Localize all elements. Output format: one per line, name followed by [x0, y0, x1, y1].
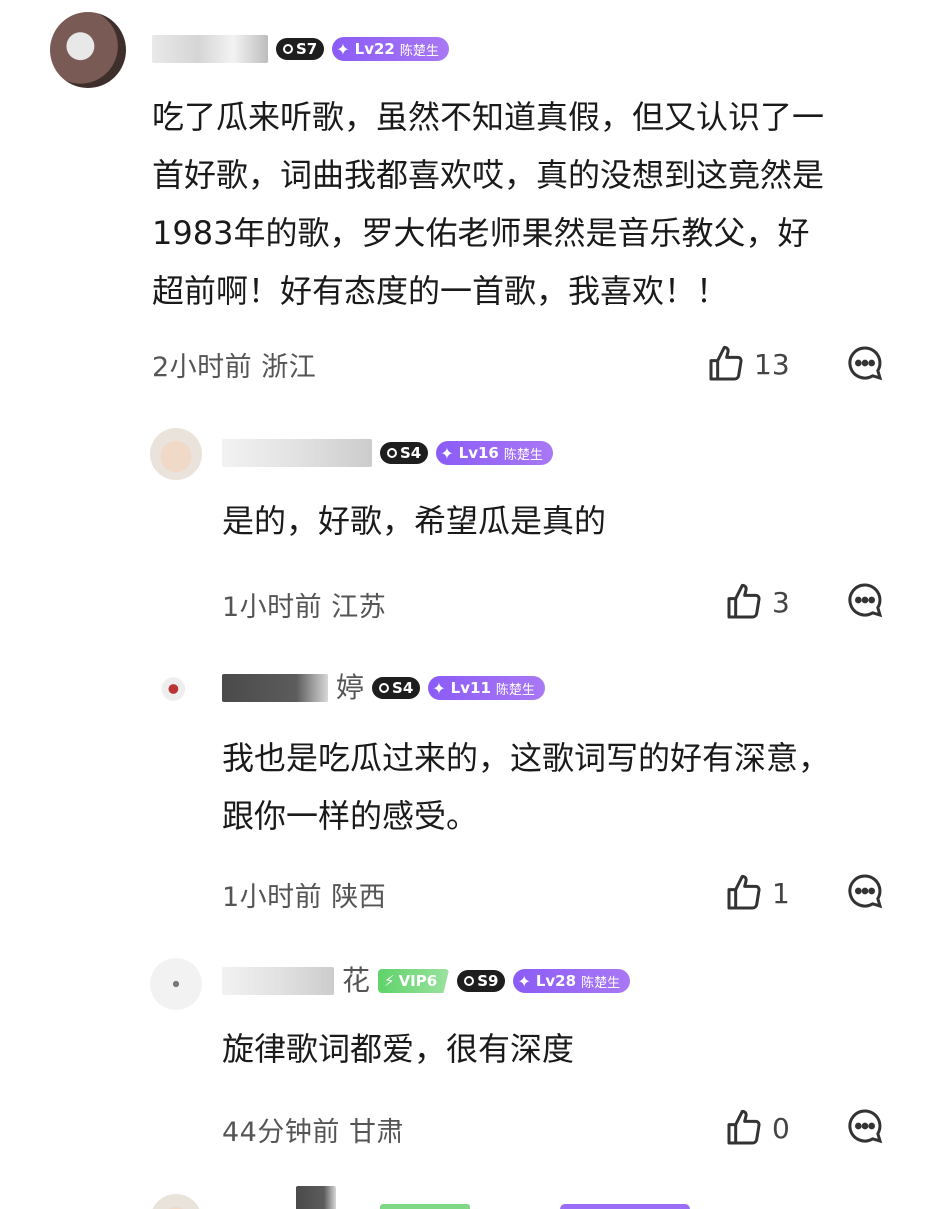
like-count: 0 — [772, 1111, 790, 1145]
like-button[interactable]: 3 — [724, 582, 790, 622]
comment-bubble-icon[interactable] — [845, 343, 885, 383]
s-level-text: S9 — [477, 972, 499, 990]
username-blurred[interactable] — [296, 1186, 336, 1209]
comment-meta: 44分钟前 甘肃 — [222, 1110, 404, 1149]
avatar[interactable] — [150, 428, 202, 480]
like-button[interactable]: 0 — [724, 1108, 790, 1148]
comment-time: 1小时前 — [222, 592, 323, 623]
comment-region: 陕西 — [331, 882, 387, 913]
like-count: 1 — [772, 876, 790, 910]
username-row: S7 ✦ Lv22 陈楚生 — [152, 32, 449, 66]
s-level-badge: S4 — [372, 677, 421, 699]
comment-region: 甘肃 — [348, 1117, 404, 1148]
sparkle-icon: ✦ — [336, 39, 350, 59]
s-level-text: S4 — [400, 444, 422, 462]
lv-badge — [560, 1204, 690, 1209]
lv-badge: ✦ Lv28 陈楚生 — [513, 969, 631, 993]
comment-region: 江苏 — [331, 592, 387, 623]
avatar[interactable] — [150, 958, 202, 1010]
avatar[interactable] — [150, 1194, 202, 1209]
sparkle-icon: ✦ — [440, 443, 454, 463]
vip-badge: ⚡ VIP6 — [378, 969, 450, 993]
lightning-icon: ⚡ — [384, 972, 395, 990]
s-level-text: S4 — [392, 679, 414, 697]
like-button[interactable]: 13 — [706, 344, 790, 384]
username-row: 花 ⚡ VIP6 S9 ✦ Lv28 陈楚生 — [222, 964, 631, 998]
lv-fan-name: 陈楚生 — [399, 43, 439, 59]
lv-badge: ✦ Lv22 陈楚生 — [332, 37, 449, 61]
comment-text: 旋律歌词都爱，很有深度 — [222, 1030, 575, 1068]
comment-bubble-icon[interactable] — [845, 1106, 885, 1146]
username-tail[interactable]: 婷 — [336, 671, 364, 705]
username-row: 婷 S4 ✦ Lv11 陈楚生 — [222, 671, 545, 705]
lv-text: Lv11 — [450, 679, 491, 697]
username-blurred[interactable] — [222, 967, 334, 995]
ring-icon — [283, 44, 293, 54]
lv-text: Lv16 — [458, 444, 499, 462]
lv-fan-name: 陈楚生 — [495, 682, 535, 698]
comment-meta: 1小时前 江苏 — [222, 585, 386, 624]
ring-icon — [379, 683, 390, 693]
comment-meta: 2小时前 浙江 — [152, 345, 316, 384]
like-count: 13 — [754, 347, 790, 381]
comment-text: 是的，好歌，希望瓜是真的 — [222, 502, 607, 540]
username-blurred[interactable] — [222, 674, 328, 702]
lv-badge: ✦ Lv11 陈楚生 — [428, 676, 545, 700]
vip-badge — [380, 1204, 470, 1209]
comment-bubble-icon[interactable] — [845, 871, 885, 911]
comment-meta: 1小时前 陕西 — [222, 875, 386, 914]
lv-text: Lv22 — [354, 40, 395, 58]
thumbs-up-icon — [727, 1109, 761, 1145]
sparkle-icon: ✦ — [432, 678, 446, 698]
comment-bubble-icon[interactable] — [845, 580, 885, 620]
username-row: S4 ✦ Lv16 陈楚生 — [222, 436, 553, 470]
thumbs-up-icon — [727, 874, 761, 910]
s-level-badge: S4 — [380, 442, 429, 464]
thumbs-up-icon — [709, 345, 743, 381]
like-button[interactable]: 1 — [724, 873, 790, 913]
lv-fan-name: 陈楚生 — [503, 447, 543, 463]
comment-text: 我也是吃瓜过来的，这歌词写的好有深意， 跟你一样的感受。 — [222, 739, 831, 835]
s-level-badge: S9 — [457, 970, 506, 992]
s-level-text: S7 — [296, 40, 318, 58]
comment-time: 44分钟前 — [222, 1117, 340, 1148]
lv-badge: ✦ Lv16 陈楚生 — [436, 441, 553, 465]
lv-text: Lv28 — [535, 972, 577, 990]
sparkle-icon: ✦ — [517, 971, 531, 991]
reply-item: 婷 S4 ✦ Lv11 陈楚生 我也是吃瓜过来的，这歌词写的好有深意， 跟你一样的感… — [0, 655, 944, 940]
ring-icon — [387, 448, 397, 458]
avatar[interactable] — [150, 663, 202, 715]
thumbs-up-icon — [727, 583, 761, 619]
username-tail[interactable]: 花 — [342, 964, 370, 998]
comment-text: 吃了瓜来听歌，虽然不知道真假，但又认识了一 首好歌，词曲我都喜欢哎，真的没想到这… — [152, 98, 825, 310]
reply-item-partial — [0, 1186, 944, 1209]
ring-icon — [464, 976, 475, 986]
comment-item: S7 ✦ Lv22 陈楚生 吃了瓜来听歌，虽然不知道真假，但又认识了一 首好歌，词曲… — [0, 0, 944, 400]
reply-item: 花 ⚡ VIP6 S9 ✦ Lv28 陈楚生 旋律歌词都爱，很有深度 44分钟前 甘肃… — [0, 950, 944, 1170]
comment-region: 浙江 — [261, 352, 317, 383]
username-blurred[interactable] — [152, 35, 268, 63]
comment-time: 1小时前 — [222, 882, 323, 913]
vip-text: VIP6 — [398, 972, 438, 990]
s-level-badge: S7 — [276, 38, 325, 60]
comment-time: 2小时前 — [152, 352, 253, 383]
avatar[interactable] — [50, 12, 126, 88]
reply-item: S4 ✦ Lv16 陈楚生 是的，好歌，希望瓜是真的 1小时前 江苏 3 — [0, 420, 944, 640]
username-blurred[interactable] — [222, 439, 372, 467]
like-count: 3 — [772, 585, 790, 619]
lv-fan-name: 陈楚生 — [581, 975, 621, 991]
